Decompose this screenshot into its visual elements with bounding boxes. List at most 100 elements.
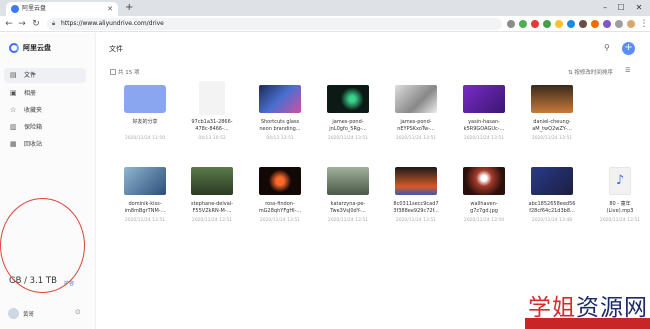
- image-thumbnail: [395, 85, 437, 113]
- user-name[interactable]: 黄哥: [23, 310, 34, 318]
- image-thumbnail: [463, 167, 505, 195]
- file-date: 04/13 10:52: [198, 136, 226, 141]
- image-thumbnail: [531, 85, 573, 113]
- forward-arrow-icon[interactable]: →: [16, 16, 28, 32]
- browser-toolbar: ← → ↻ 🔒︎ https://www.aliyundrive.com/dri…: [0, 16, 650, 32]
- app-logo-icon: [9, 43, 19, 53]
- sidebar-item-label: 文件: [24, 72, 37, 79]
- image-thumbnail: [259, 85, 301, 113]
- image-thumbnail: [327, 167, 369, 195]
- sort-button[interactable]: ⇅ 按修改时间排序: [568, 68, 613, 76]
- lock-icon: 🔒︎: [52, 20, 56, 27]
- highlight-circle: [0, 198, 85, 293]
- file-name: daniel-cheung- aM_twQ2wZY-...: [532, 119, 572, 132]
- sidebar-item-label: 收藏夹: [24, 107, 43, 114]
- sidebar-item-album[interactable]: ▣ 相册: [4, 86, 86, 101]
- file-date: 2020/11/24 13:51: [463, 136, 505, 141]
- file-date: 2020/11/24 13:51: [395, 136, 437, 141]
- tab-close-icon[interactable]: ✕: [107, 2, 113, 16]
- image-thumbnail: [124, 167, 166, 195]
- file-item[interactable]: yasin-hasan- k5R9GOAGUc-... 2020/11/24 13…: [449, 85, 519, 165]
- extension-icon[interactable]: [579, 20, 587, 28]
- user-settings-icon[interactable]: ⊙: [75, 308, 81, 316]
- music-file-icon: ♪: [609, 167, 631, 195]
- browser-menu-icon[interactable]: ⋮: [638, 16, 650, 32]
- file-icon: ▤: [10, 71, 17, 79]
- file-date: 2020/11/24 13:51: [259, 218, 301, 223]
- file-item[interactable]: abc1852658eed56 f28cf64c21d3b8... 2020/11…: [517, 167, 587, 247]
- extension-icon[interactable]: [543, 20, 551, 28]
- file-name: ross-findon- mG28qhYFgHI-...: [258, 201, 302, 214]
- close-window-button[interactable]: ✕: [632, 1, 646, 15]
- app-name: 阿里云盘: [23, 44, 51, 52]
- file-name: katarzyna-pe- Twe3VsJ0dY-...: [330, 201, 366, 214]
- file-item[interactable]: wallhaven- g7z7gd.jpg 2020/11/24 13:50: [449, 167, 519, 247]
- file-item[interactable]: dominik-kiss- im8mBgrTNM-... 2020/11/24 1…: [110, 167, 180, 247]
- file-name: 80 - 童年 (Live).mp3: [606, 201, 634, 214]
- file-name: dominik-kiss- im8mBgrTNM-...: [124, 201, 166, 214]
- file-item[interactable]: 97cb1a31-2866- 478c-8466-... 04/13 10:52: [177, 81, 247, 165]
- image-thumbnail: [463, 85, 505, 113]
- search-icon[interactable]: ⚲: [604, 43, 610, 52]
- file-name: abc1852658eed56 f28cf64c21d3b8...: [528, 201, 576, 214]
- avatar[interactable]: [8, 308, 19, 319]
- extension-icon[interactable]: [615, 20, 623, 28]
- folder-icon: [124, 85, 166, 113]
- sort-label: 按修改时间排序: [574, 70, 613, 76]
- browser-tab-bar: 阿里云盘 ✕ + – ☐ ✕: [0, 0, 650, 16]
- image-thumbnail: [259, 167, 301, 195]
- folder-item[interactable]: 好友的分享 2020/11/24 11:50: [110, 85, 180, 165]
- star-icon: ☆: [10, 106, 17, 114]
- new-tab-button[interactable]: +: [125, 1, 133, 15]
- file-item[interactable]: daniel-cheung- aM_twQ2wZY-... 2020/11/24 …: [517, 85, 587, 165]
- back-arrow-icon[interactable]: ←: [3, 16, 15, 32]
- address-bar[interactable]: 🔒︎ https://www.aliyundrive.com/drive: [47, 18, 502, 30]
- file-item[interactable]: ♪ 80 - 童年 (Live).mp3 2020/11/24 13:51: [585, 167, 650, 247]
- file-date: 2020/11/24 13:51: [531, 136, 573, 141]
- file-name: james-pond- jnL0gfo_5Rg-...: [329, 119, 367, 132]
- file-name: Shortcuts glass neon branding...: [259, 119, 301, 132]
- file-date: 2020/11/24 13:51: [327, 218, 369, 223]
- file-item[interactable]: Shortcuts glass neon branding... 04/13 13…: [245, 85, 315, 165]
- tab-title: 阿里云盘: [22, 5, 47, 12]
- file-item[interactable]: james-pond- nEYPSKxoTw-... 2020/11/24 13:…: [381, 85, 451, 165]
- extension-icon[interactable]: [555, 20, 563, 28]
- maximize-button[interactable]: ☐: [614, 1, 628, 15]
- extension-icon[interactable]: [567, 20, 575, 28]
- minimize-button[interactable]: –: [598, 1, 612, 15]
- file-item[interactable]: stephane-delval- F55VZkRN-M-... 2020/11/2…: [177, 167, 247, 247]
- sidebar-item-safe[interactable]: ▥ 保险箱: [4, 120, 86, 135]
- select-all-checkbox[interactable]: [110, 69, 116, 75]
- sidebar-item-files[interactable]: ▤ 文件: [4, 68, 86, 83]
- extension-icon[interactable]: [531, 20, 539, 28]
- file-date: 2020/11/24 13:51: [191, 218, 233, 223]
- safe-icon: ▥: [10, 123, 17, 131]
- extension-icon[interactable]: [603, 20, 611, 28]
- file-name: yasin-hasan- k5R9GOAGUc-...: [463, 119, 505, 132]
- file-date: 2020/11/24 13:48: [531, 218, 573, 223]
- file-date: 2020/11/24 13:51: [124, 218, 166, 223]
- image-thumbnail: [531, 167, 573, 195]
- translate-icon[interactable]: [507, 20, 515, 28]
- file-item[interactable]: 8c0311secc9cad7 3f388ee929c72f... 2020/11…: [381, 167, 451, 247]
- file-item[interactable]: ross-findon- mG28qhYFgHI-... 2020/11/24 1…: [245, 167, 315, 247]
- file-date: 2020/11/24 13:50: [463, 218, 505, 223]
- watermark-logo: 学姐资源网: [528, 295, 648, 321]
- sidebar-item-favorites[interactable]: ☆ 收藏夹: [4, 103, 86, 118]
- file-date: 2020/11/24 11:50: [124, 136, 166, 141]
- sidebar-item-label: 回收站: [24, 141, 43, 148]
- browser-tab[interactable]: 阿里云盘 ✕: [6, 2, 118, 16]
- extension-icon[interactable]: [519, 20, 527, 28]
- file-item[interactable]: katarzyna-pe- Twe3VsJ0dY-... 2020/11/24 1…: [313, 167, 383, 247]
- file-count: 共 15 项: [118, 70, 140, 76]
- file-item[interactable]: james-pond- jnL0gfo_5Rg-... 2020/11/24 13…: [313, 85, 383, 165]
- profile-avatar-icon[interactable]: [627, 20, 635, 28]
- reload-icon[interactable]: ↻: [30, 16, 42, 32]
- extension-icon[interactable]: [591, 20, 599, 28]
- list-view-icon[interactable]: ☰: [625, 67, 630, 74]
- sidebar-item-label: 保险箱: [24, 124, 43, 131]
- add-button[interactable]: +: [622, 42, 635, 55]
- trash-icon: ▦: [10, 140, 17, 148]
- file-browser: 文件 ⚲ + 共 15 项 ⇅ 按修改时间排序 ☰ 好友的分享 2020/11/2…: [97, 33, 650, 329]
- sidebar-item-trash[interactable]: ▦ 回收站: [4, 137, 86, 152]
